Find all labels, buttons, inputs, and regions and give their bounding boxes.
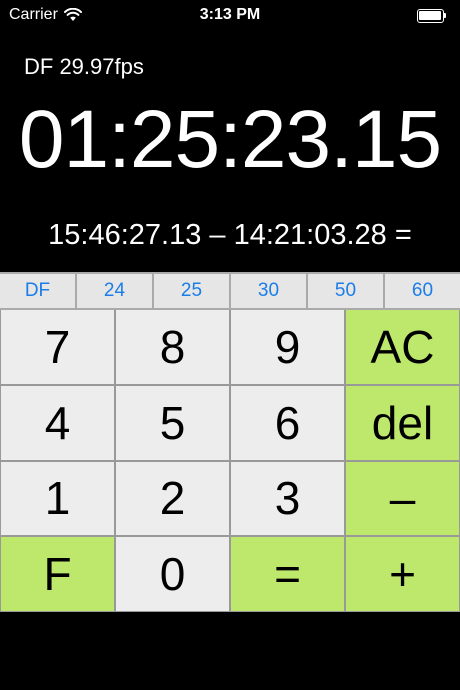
equals-button[interactable]: = — [231, 537, 344, 611]
key-1[interactable]: 1 — [1, 461, 114, 536]
frames-button[interactable]: F — [1, 537, 114, 611]
timecode-result: 01:25:23.15 — [18, 94, 442, 185]
fps-button-50[interactable]: 50 — [308, 274, 383, 308]
delete-button[interactable]: del — [346, 385, 459, 460]
key-6[interactable]: 6 — [231, 385, 344, 460]
fps-selector: DF 24 25 30 50 60 — [0, 272, 460, 310]
key-3[interactable]: 3 — [231, 461, 344, 536]
status-time: 3:13 PM — [199, 6, 261, 23]
bottom-area — [0, 612, 460, 690]
frame-rate-mode: DF 29.97fps — [24, 54, 144, 79]
fps-button-24[interactable]: 24 — [77, 274, 152, 308]
all-clear-button[interactable]: AC — [346, 310, 459, 384]
key-2[interactable]: 2 — [116, 461, 229, 536]
plus-button[interactable]: + — [346, 537, 459, 611]
battery-icon — [417, 9, 447, 23]
fps-button-df[interactable]: DF — [0, 274, 75, 308]
keypad: 7 8 9 AC 4 5 6 del 1 2 3 – F 0 = + — [0, 310, 460, 612]
key-7[interactable]: 7 — [1, 310, 114, 384]
key-9[interactable]: 9 — [231, 310, 344, 384]
fps-button-60[interactable]: 60 — [385, 274, 460, 308]
fps-button-25[interactable]: 25 — [154, 274, 229, 308]
key-8[interactable]: 8 — [116, 310, 229, 384]
key-4[interactable]: 4 — [1, 385, 114, 460]
minus-button[interactable]: – — [346, 461, 459, 536]
key-0[interactable]: 0 — [116, 537, 229, 611]
calculation-expression: 15:46:27.13 – 14:21:03.28 = — [48, 219, 412, 251]
fps-button-30[interactable]: 30 — [231, 274, 306, 308]
status-bar: Carrier 3:13 PM — [0, 0, 460, 32]
key-5[interactable]: 5 — [116, 385, 229, 460]
